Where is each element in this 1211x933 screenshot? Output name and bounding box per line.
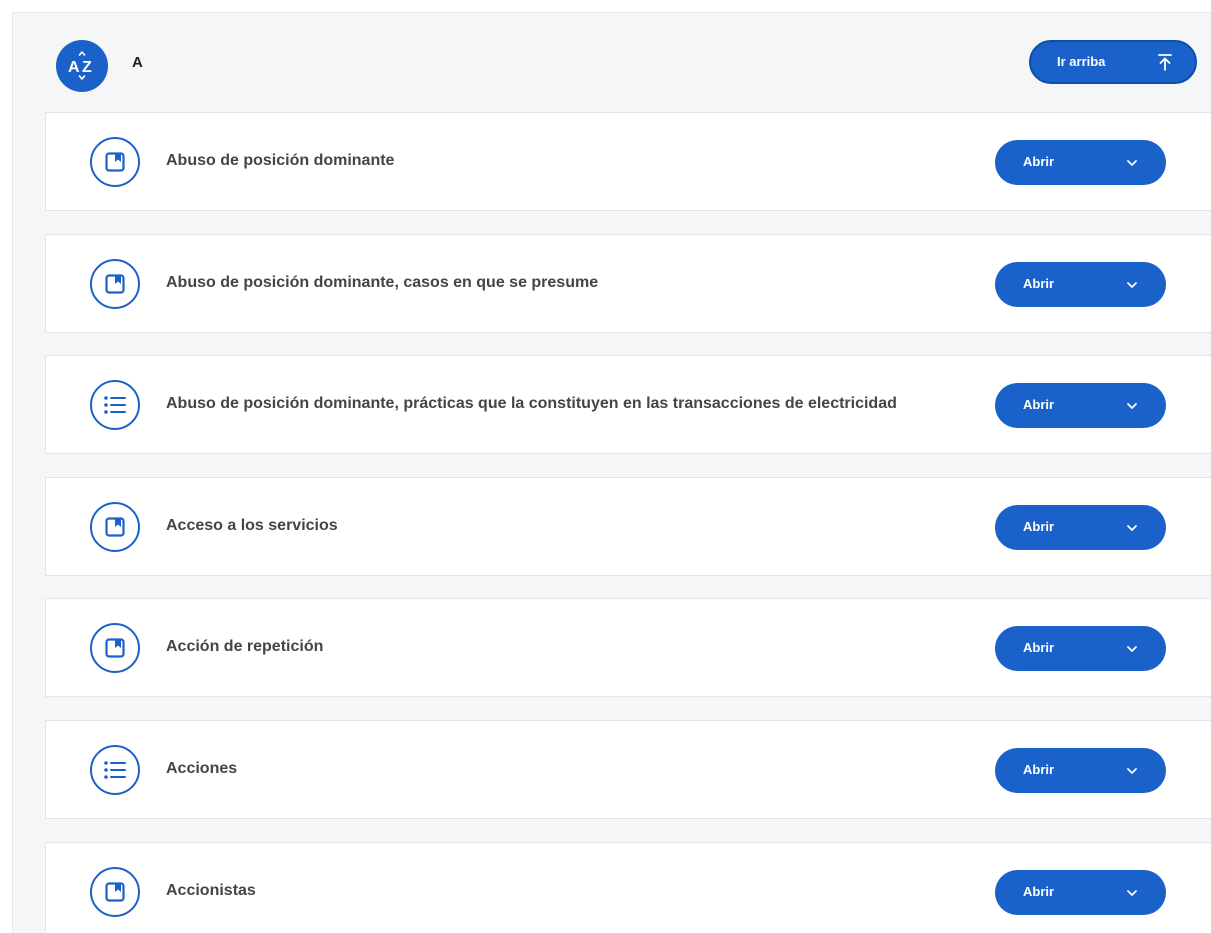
glossary-panel: A Z A Ir arriba Abuso de posición domina… bbox=[12, 12, 1211, 933]
list-item: Abuso de posición dominante, casos en qu… bbox=[45, 234, 1211, 333]
sort-az-icon: A Z bbox=[56, 40, 108, 92]
svg-text:A: A bbox=[68, 59, 80, 76]
item-title: Acceso a los servicios bbox=[166, 517, 338, 534]
open-button-label: Abrir bbox=[1023, 154, 1055, 169]
chevron-down-icon bbox=[1126, 764, 1138, 782]
list-item: Acción de repetición Abrir bbox=[45, 598, 1211, 697]
svg-text:Z: Z bbox=[82, 59, 92, 76]
chevron-down-icon bbox=[1126, 886, 1138, 904]
chevron-down-icon bbox=[1126, 399, 1138, 417]
go-to-top-button[interactable]: Ir arriba bbox=[1029, 40, 1197, 84]
open-button[interactable]: Abrir bbox=[995, 505, 1166, 550]
go-to-top-label: Ir arriba bbox=[1057, 54, 1106, 69]
section-letter: A bbox=[132, 54, 143, 71]
arrow-up-to-top-icon bbox=[1157, 53, 1173, 76]
item-title: Abuso de posición dominante, prácticas q… bbox=[166, 395, 897, 412]
chevron-down-icon bbox=[1126, 278, 1138, 296]
chevron-down-icon bbox=[1126, 156, 1138, 174]
item-title: Abuso de posición dominante, casos en qu… bbox=[166, 274, 599, 291]
bookmark-icon bbox=[90, 623, 140, 673]
open-button[interactable]: Abrir bbox=[995, 140, 1166, 185]
open-button[interactable]: Abrir bbox=[995, 626, 1166, 671]
open-button[interactable]: Abrir bbox=[995, 383, 1166, 428]
bookmark-icon bbox=[90, 867, 140, 917]
item-title: Acción de repetición bbox=[166, 638, 324, 655]
open-button-label: Abrir bbox=[1023, 762, 1055, 777]
open-button-label: Abrir bbox=[1023, 884, 1055, 899]
item-title: Accionistas bbox=[166, 882, 256, 899]
list-icon bbox=[90, 745, 140, 795]
open-button[interactable]: Abrir bbox=[995, 262, 1166, 307]
item-title: Acciones bbox=[166, 760, 238, 777]
open-button-label: Abrir bbox=[1023, 397, 1055, 412]
bookmark-icon bbox=[90, 137, 140, 187]
list-item: Abuso de posición dominante, prácticas q… bbox=[45, 355, 1211, 454]
open-button-label: Abrir bbox=[1023, 640, 1055, 655]
open-button[interactable]: Abrir bbox=[995, 748, 1166, 793]
bookmark-icon bbox=[90, 259, 140, 309]
item-title: Abuso de posición dominante bbox=[166, 152, 395, 169]
open-button[interactable]: Abrir bbox=[995, 870, 1166, 915]
chevron-down-icon bbox=[1126, 521, 1138, 539]
chevron-down-icon bbox=[1126, 642, 1138, 660]
letter-header: A Z A Ir arriba bbox=[13, 13, 1211, 113]
list-icon bbox=[90, 380, 140, 430]
list-item: Abuso de posición dominante Abrir bbox=[45, 112, 1211, 211]
list-item: Accionistas Abrir bbox=[45, 842, 1211, 933]
open-button-label: Abrir bbox=[1023, 276, 1055, 291]
open-button-label: Abrir bbox=[1023, 519, 1055, 534]
list-item: Acceso a los servicios Abrir bbox=[45, 477, 1211, 576]
bookmark-icon bbox=[90, 502, 140, 552]
list-item: Acciones Abrir bbox=[45, 720, 1211, 819]
